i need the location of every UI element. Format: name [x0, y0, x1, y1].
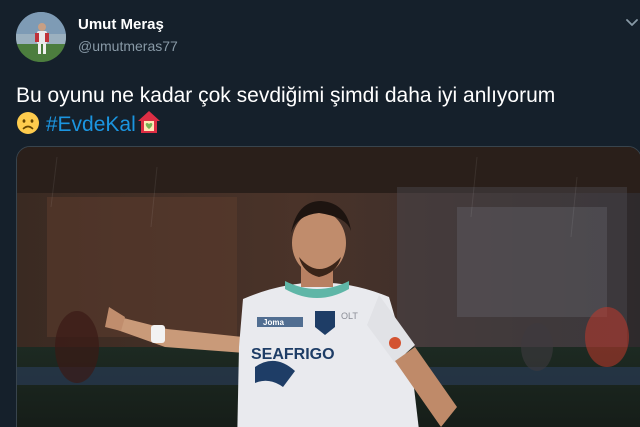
hashtag-link[interactable]: #EvdeKal — [46, 113, 136, 136]
house-with-heart-emoji — [136, 109, 162, 142]
jersey-brand-text: Joma — [263, 318, 284, 327]
chevron-down-icon[interactable] — [624, 14, 640, 30]
jersey-sponsor-text: SEAFRIGO — [251, 346, 335, 363]
tweet-body: Bu oyunu ne kadar çok sevdiğimi şimdi da… — [16, 84, 556, 107]
football-player-photo: SEAFRIGO Joma OLT — [17, 147, 640, 427]
tweet-media-photo[interactable]: SEAFRIGO Joma OLT — [16, 146, 640, 427]
avatar-image — [16, 12, 66, 62]
user-handle[interactable]: @umutmeras77 — [78, 38, 178, 54]
sad-face-emoji — [16, 111, 40, 142]
avatar[interactable] — [16, 12, 66, 62]
display-name[interactable]: Umut Meraş — [78, 16, 164, 33]
tweet-text: Bu oyunu ne kadar çok sevdiğimi şimdi da… — [16, 82, 626, 142]
jersey-minor-sponsor-text: OLT — [341, 311, 358, 321]
